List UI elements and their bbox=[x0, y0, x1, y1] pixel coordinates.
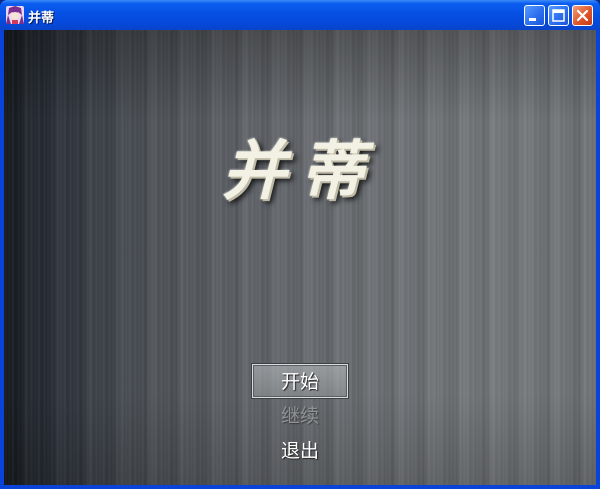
maximize-icon bbox=[552, 9, 565, 22]
menu-exit-option[interactable]: 退出 bbox=[252, 434, 348, 468]
minimize-icon bbox=[529, 18, 536, 21]
maximize-button[interactable] bbox=[548, 5, 569, 26]
window-titlebar[interactable]: 并蒂 bbox=[0, 0, 600, 30]
close-button[interactable] bbox=[572, 5, 593, 26]
game-canvas[interactable]: 并蒂 开始 继续 退出 bbox=[4, 30, 596, 485]
menu-continue-option: 继续 bbox=[280, 405, 319, 427]
game-window: 并蒂 并蒂 开始 继续 退出 bbox=[0, 0, 600, 489]
menu-start-option[interactable]: 开始 bbox=[252, 364, 348, 398]
app-icon bbox=[6, 6, 24, 24]
minimize-button[interactable] bbox=[524, 5, 545, 26]
game-title-logo: 并蒂 bbox=[222, 134, 378, 209]
close-icon bbox=[576, 9, 589, 22]
window-title: 并蒂 bbox=[28, 11, 55, 26]
